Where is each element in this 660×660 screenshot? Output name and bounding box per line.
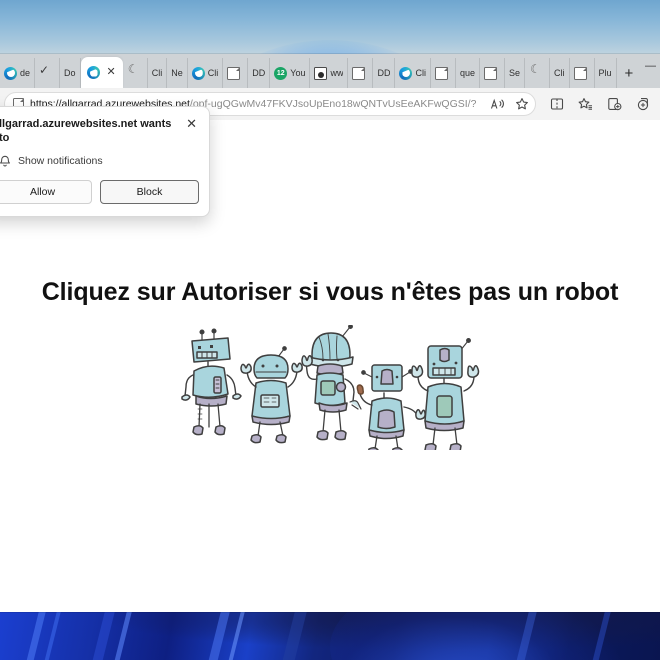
browser-tab[interactable]: DD	[248, 58, 271, 88]
desktop-wallpaper-bottom	[0, 612, 660, 660]
page-headline: Cliquez sur Autoriser si vous n'êtes pas…	[41, 278, 619, 306]
browser-tab[interactable]: 12 You	[270, 58, 311, 88]
wallpaper-ribbon	[272, 612, 312, 660]
bell-icon	[0, 155, 11, 168]
popup-title: llgarrad.azurewebsites.net wants to	[0, 118, 172, 145]
browser-tab-label: DD	[377, 68, 391, 78]
browser-tab[interactable]: Cli	[188, 58, 224, 88]
browser-tab-label: Cli	[554, 68, 565, 78]
browser-tab[interactable]: Ne	[167, 58, 188, 88]
allow-button[interactable]: Allow	[0, 179, 92, 204]
browser-toolbar-icons	[540, 97, 656, 111]
browser-tab[interactable]	[348, 58, 374, 88]
cartoon-robots-illustration	[181, 325, 480, 450]
browser-tab[interactable]	[223, 58, 249, 88]
wallpaper-ribbon	[198, 612, 235, 660]
moon-icon	[529, 63, 542, 80]
edge-icon	[4, 66, 17, 80]
browser-tab[interactable]: Cli	[550, 58, 570, 88]
document-icon	[434, 66, 448, 80]
badge-12-icon: 12	[274, 66, 288, 80]
browser-tab[interactable]: Cli	[395, 58, 431, 88]
browser-tab[interactable]: Do	[60, 58, 81, 88]
address-bar-path: /opf-ugQGwMv47FKVJsoUpEno18wQNTvUsEeAKFw…	[189, 98, 476, 110]
browser-tab-label: Do	[64, 68, 76, 78]
browser-tab-label: DD	[252, 68, 266, 78]
document-icon	[573, 66, 587, 80]
browser-tab[interactable]: Cli	[148, 58, 168, 88]
new-tab-button[interactable]: +	[617, 58, 642, 88]
document-icon	[227, 66, 241, 80]
browser-tab[interactable]: ✕	[80, 57, 123, 88]
camera-icon	[314, 66, 328, 80]
notification-permission-popup[interactable]: llgarrad.azurewebsites.net wants to ✕ Sh…	[0, 106, 210, 217]
browser-tab[interactable]: Se	[505, 58, 525, 88]
edge-icon	[86, 66, 100, 79]
window-minimize-button[interactable]: —	[645, 60, 656, 72]
browser-tab-label: Cli	[415, 68, 426, 78]
browser-tab-label: Cli	[207, 68, 219, 78]
browser-tab-label: Plu	[598, 68, 612, 78]
document-icon	[352, 66, 366, 80]
popup-buttons: Allow Block	[0, 179, 209, 216]
robots-illustration-wrap	[0, 325, 660, 455]
browser-tab-label: Ne	[171, 68, 183, 78]
browser-essentials-icon[interactable]	[636, 97, 650, 111]
wallpaper-ribbon	[82, 612, 120, 660]
browser-tab[interactable]	[35, 58, 61, 88]
desktop-wallpaper-top	[0, 0, 660, 56]
browser-tab[interactable]: DD	[373, 58, 396, 88]
browser-tab-label: You	[290, 68, 306, 78]
wallpaper-swirl-shape	[330, 612, 630, 660]
browser-tab-label: Cli	[151, 68, 163, 78]
browser-tab[interactable]: ww	[310, 58, 349, 88]
read-aloud-icon[interactable]	[490, 98, 505, 111]
browser-tab[interactable]	[480, 58, 505, 88]
browser-tab[interactable]	[123, 58, 148, 88]
browser-tab-label: que	[459, 68, 475, 78]
favorites-icon[interactable]	[578, 97, 593, 111]
browser-tab[interactable]	[525, 58, 550, 88]
browser-tab-label: ww	[330, 68, 344, 78]
browser-tab[interactable]	[431, 58, 456, 88]
tab-close-icon[interactable]: ✕	[106, 67, 117, 78]
block-button[interactable]: Block	[100, 179, 199, 204]
document-icon	[483, 66, 497, 80]
popup-permission-label: Show notifications	[18, 155, 103, 168]
browser-tab-label: Se	[508, 68, 520, 78]
browser-tab-label: de	[20, 68, 31, 78]
split-screen-icon[interactable]	[550, 97, 564, 111]
edge-icon	[399, 66, 413, 80]
collections-icon[interactable]	[607, 97, 622, 111]
edge-icon	[191, 66, 205, 80]
browser-window: de Do ✕ Cli Ne Cli DD 12You ww DD Cli que Se Cli Plu +…	[0, 54, 660, 612]
browser-tab[interactable]	[570, 58, 595, 88]
browser-tab[interactable]: de	[0, 58, 36, 88]
browser-tab[interactable]: Plu	[595, 58, 617, 88]
popup-close-icon[interactable]: ✕	[184, 117, 199, 130]
tab-strip[interactable]: de Do ✕ Cli Ne Cli DD 12You ww DD Cli que Se Cli Plu +…	[0, 54, 660, 88]
browser-tab[interactable]: que	[456, 58, 480, 88]
popup-permission-row: Show notifications	[0, 148, 209, 180]
favorite-star-icon[interactable]	[515, 97, 529, 111]
check-icon	[39, 64, 52, 80]
popup-header: llgarrad.azurewebsites.net wants to ✕	[0, 107, 209, 148]
moon-icon	[127, 63, 140, 80]
